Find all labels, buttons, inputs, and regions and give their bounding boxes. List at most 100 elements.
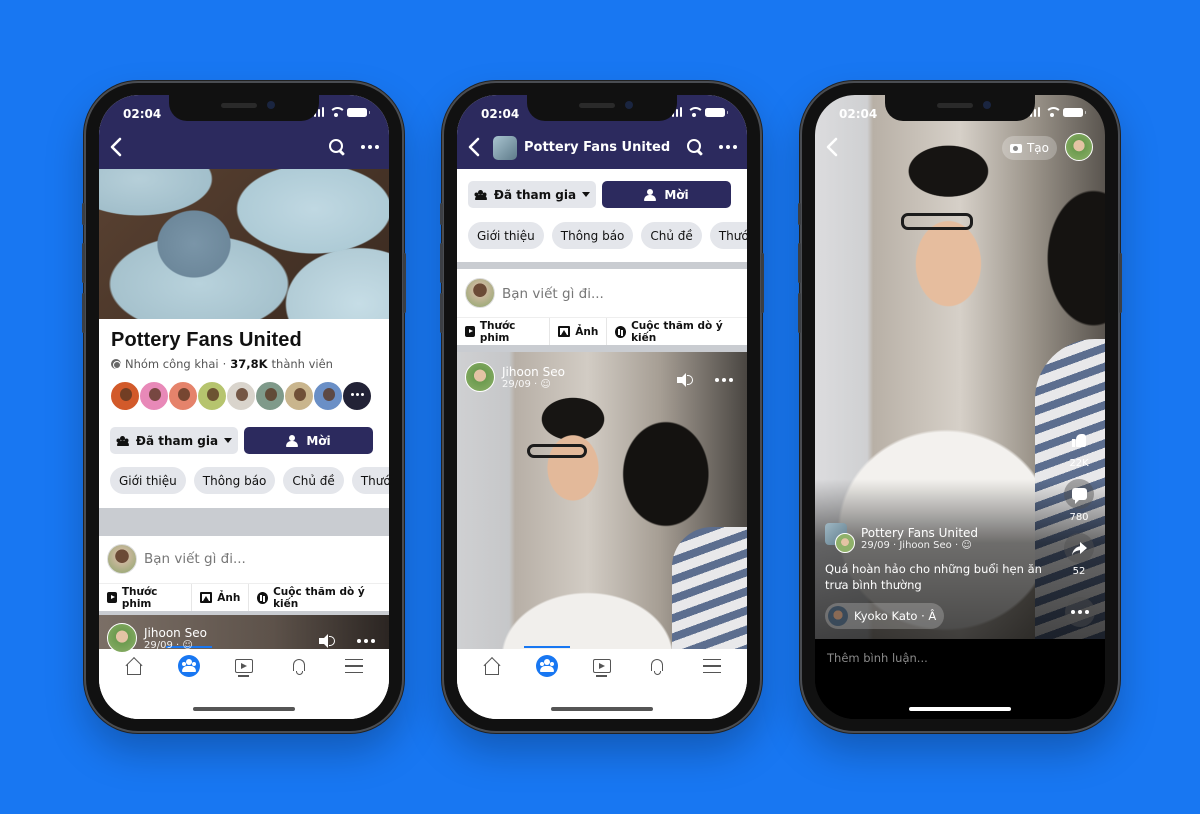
tab-home[interactable] — [472, 650, 512, 682]
tab-video[interactable] — [224, 650, 264, 682]
poll-action-button[interactable]: Cuộc thăm dò ý kiến — [607, 318, 747, 345]
poll-icon — [257, 591, 269, 604]
post-author[interactable]: Jihoon Seo — [502, 365, 565, 379]
caret-down-icon — [582, 192, 591, 197]
tab-menu[interactable] — [334, 650, 374, 682]
reel-action-button[interactable]: Thước phim — [457, 318, 551, 345]
camera-icon — [1009, 143, 1022, 153]
tab-video[interactable] — [582, 650, 622, 682]
composer-input[interactable]: Bạn viết gì đi... — [144, 551, 246, 567]
joined-button[interactable]: Đã tham gia — [468, 181, 596, 208]
more-icon[interactable] — [361, 139, 379, 155]
wifi-icon — [1045, 107, 1062, 117]
audio-pill[interactable]: Kyoko Kato · Â — [825, 603, 945, 629]
joined-button[interactable]: Đã tham gia — [110, 427, 238, 454]
reel-info: Pottery Fans United 29/09 · Jihoon Seo ·… — [825, 523, 1055, 630]
photo-action-button[interactable]: Ảnh — [550, 318, 608, 345]
create-button[interactable]: Tạo — [1001, 136, 1057, 160]
group-thumbnail[interactable] — [493, 136, 517, 160]
home-indicator — [551, 707, 653, 711]
avatar[interactable] — [197, 381, 227, 411]
reel-caption: Quá hoàn hảo cho những buổi hẹn ăn trưa … — [825, 562, 1042, 592]
post-more-icon[interactable] — [357, 633, 375, 649]
composer-actions: Thước phim Ảnh Cuộc thăm dò ý kiến — [99, 583, 389, 611]
back-icon[interactable] — [109, 137, 123, 157]
people-icon — [116, 435, 130, 446]
like-button[interactable] — [1064, 425, 1094, 455]
volume-icon[interactable] — [677, 373, 693, 387]
invite-button[interactable]: Mời — [244, 427, 373, 454]
avatar[interactable] — [139, 381, 169, 411]
profile-avatar[interactable] — [1065, 133, 1093, 161]
avatar[interactable] — [284, 381, 314, 411]
tab-home[interactable] — [114, 650, 154, 682]
reel-group-name[interactable]: Pottery Fans United — [861, 526, 978, 540]
avatar[interactable] — [226, 381, 256, 411]
tab-notifications[interactable] — [637, 650, 677, 682]
volume-icon[interactable] — [319, 634, 335, 648]
photo-action-button[interactable]: Ảnh — [192, 584, 250, 611]
member-avatars[interactable] — [110, 381, 372, 411]
member-label: thành viên — [271, 357, 333, 371]
home-icon — [125, 658, 143, 675]
avatar[interactable] — [255, 381, 285, 411]
audience-icon: ☺ — [540, 378, 551, 390]
tab-about[interactable]: Giới thiệu — [110, 467, 186, 494]
back-icon[interactable] — [825, 137, 839, 157]
group-tabs: Giới thiệu Thông báo Chủ đề Thước phim — [110, 467, 389, 494]
post-video[interactable]: Jihoon Seo 29/09 · ☺ — [457, 352, 747, 657]
author-avatar[interactable] — [107, 623, 137, 653]
poll-action-button[interactable]: Cuộc thăm dò ý kiến — [249, 584, 389, 611]
comment-button[interactable] — [1064, 479, 1094, 509]
tab-topics[interactable]: Chủ đề — [283, 467, 344, 494]
composer[interactable]: Bạn viết gì đi... — [457, 269, 747, 317]
reel-icon — [465, 326, 475, 337]
post-more-icon[interactable] — [715, 372, 733, 388]
share-button[interactable] — [1064, 533, 1094, 563]
wifi-icon — [329, 107, 346, 117]
author-avatar[interactable] — [465, 362, 495, 392]
group-cover-photo[interactable] — [99, 169, 389, 319]
reel-source-avatar[interactable] — [825, 523, 855, 553]
photo-icon — [558, 326, 571, 337]
tab-notifications[interactable] — [279, 650, 319, 682]
tab-groups[interactable] — [524, 646, 571, 682]
screen: 02:04 Pottery Fans United Nhóm công khai… — [99, 95, 389, 719]
tab-menu[interactable] — [692, 650, 732, 682]
like-count: 22K — [1069, 458, 1089, 469]
comment-input[interactable]: Thêm bình luận... — [827, 651, 928, 665]
avatar[interactable] — [110, 381, 140, 411]
search-icon[interactable] — [329, 139, 345, 155]
avatar[interactable] — [313, 381, 343, 411]
comment-icon — [1071, 488, 1087, 504]
screen: 02:04 Pottery Fans United Đã tham gia Mờ… — [457, 95, 747, 719]
group-title: Pottery Fans United — [111, 329, 302, 351]
composer-actions: Thước phim Ảnh Cuộc thăm dò ý kiến — [457, 317, 747, 345]
tab-reels[interactable]: Thước phim — [709, 222, 747, 249]
more-icon[interactable] — [719, 139, 737, 155]
tab-announcements[interactable]: Thông báo — [551, 222, 634, 249]
composer[interactable]: Bạn viết gì đi... — [99, 536, 389, 581]
composer-input[interactable]: Bạn viết gì đi... — [502, 286, 604, 302]
avatar[interactable] — [168, 381, 198, 411]
post-author[interactable]: Jihoon Seo — [144, 626, 207, 640]
tab-topics[interactable]: Chủ đề — [641, 222, 702, 249]
groups-icon — [536, 655, 559, 677]
back-icon[interactable] — [467, 137, 481, 157]
header-group-name[interactable]: Pottery Fans United — [524, 140, 670, 155]
tab-about[interactable]: Giới thiệu — [468, 222, 544, 249]
search-icon[interactable] — [687, 139, 703, 155]
reel-top-bar: Tạo — [815, 133, 1105, 163]
home-indicator — [909, 707, 1011, 711]
phone-reel-viewer: 02:04 Tạo 22K 780 52 Pottery Fans United… — [798, 83, 1122, 731]
notch — [885, 95, 1035, 121]
tab-groups[interactable] — [166, 646, 213, 682]
reel-action-button[interactable]: Thước phim — [99, 584, 193, 611]
reel-more-button[interactable] — [1065, 597, 1095, 627]
group-privacy: Nhóm công khai — [125, 357, 219, 371]
invite-button[interactable]: Mời — [602, 181, 731, 208]
like-icon — [1072, 433, 1086, 447]
tab-reels[interactable]: Thước phim — [351, 467, 389, 494]
more-members-button[interactable] — [342, 381, 372, 411]
tab-announcements[interactable]: Thông báo — [193, 467, 276, 494]
